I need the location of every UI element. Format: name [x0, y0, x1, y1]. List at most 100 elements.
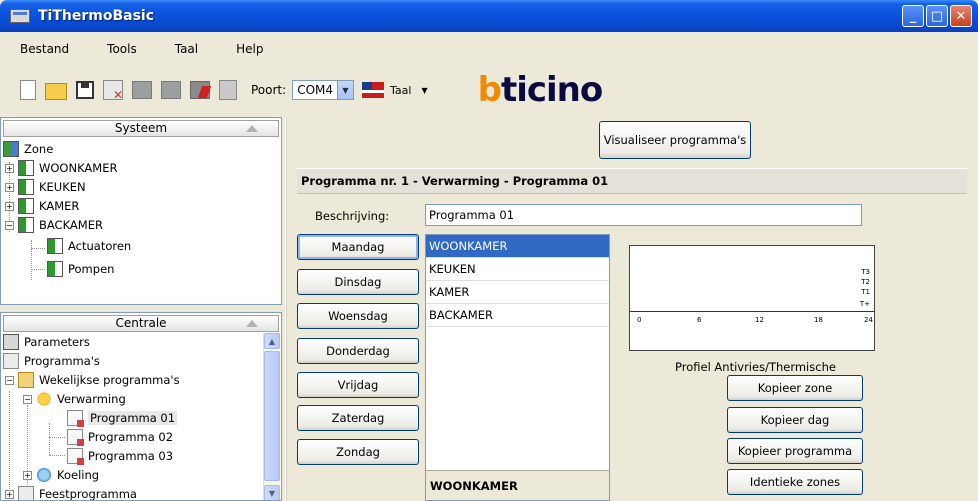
tree-koeling[interactable]: + Koeling — [23, 466, 99, 484]
minimize-button[interactable]: _ — [902, 5, 924, 27]
tree-feestprogramma[interactable]: + Feestprogramma — [5, 485, 137, 500]
tree-programmas[interactable]: Programma's — [3, 352, 100, 370]
tree-programma-01[interactable]: Programma 01 — [67, 409, 178, 427]
graph-x-tick: 24 — [864, 316, 873, 324]
day-maandag-button[interactable]: Maandag — [297, 234, 419, 260]
temperature-profile-graph: 0 6 12 18 24 T3 T2 T1 T+ — [629, 245, 875, 351]
read-device-icon[interactable] — [132, 81, 152, 99]
tree-zone-woonkamer[interactable]: + WOONKAMER — [5, 159, 117, 177]
graph-x-tick: 12 — [755, 316, 764, 324]
expand-icon[interactable]: + — [5, 163, 14, 173]
program-section-title: Programma nr. 1 - Verwarming - Programma… — [297, 168, 967, 194]
window-controls: _ □ ✕ — [902, 5, 972, 27]
actuator-icon — [47, 238, 63, 254]
day-dinsdag-button[interactable]: Dinsdag — [297, 269, 419, 295]
scroll-down-icon[interactable]: ▼ — [264, 485, 280, 500]
save-icon[interactable] — [76, 81, 94, 99]
close-button[interactable]: ✕ — [950, 5, 972, 27]
poort-label: Poort: — [251, 83, 287, 97]
graph-level-label: T2 — [861, 278, 870, 286]
graph-level-label: T1 — [861, 288, 870, 296]
expand-icon[interactable]: + — [23, 470, 32, 480]
copy-zone-button[interactable]: Kopieer zone — [727, 375, 863, 401]
poort-select[interactable]: COM4 ▼ — [292, 80, 354, 100]
scroll-up-icon[interactable]: ▲ — [264, 333, 280, 349]
pump-icon — [47, 261, 63, 277]
open-folder-icon[interactable] — [45, 83, 67, 100]
collapse-icon[interactable]: − — [5, 375, 14, 385]
zone-list-item[interactable]: BACKAMER — [426, 304, 609, 327]
poort-value: COM4 — [297, 83, 333, 97]
write-device-icon[interactable] — [161, 81, 181, 99]
collapse-icon[interactable]: − — [23, 394, 32, 404]
tree-zone-kamer[interactable]: + KAMER — [5, 197, 79, 215]
language-flag-icon[interactable] — [362, 82, 384, 98]
expand-icon[interactable]: + — [5, 201, 14, 211]
day-donderdag-button[interactable]: Donderdag — [297, 338, 419, 364]
room-icon — [18, 198, 34, 214]
expand-icon[interactable]: + — [5, 182, 14, 192]
tree-zone-root[interactable]: Zone — [3, 140, 53, 158]
tree-zone-keuken[interactable]: + KEUKEN — [5, 178, 86, 196]
zone-list-item[interactable]: WOONKAMER — [426, 235, 609, 258]
graph-axis — [630, 311, 874, 312]
zone-list[interactable]: WOONKAMER KEUKEN KAMER BACKAMER WOONKAME… — [425, 234, 610, 501]
zone-list-item[interactable]: KEUKEN — [426, 258, 609, 281]
copy-program-button[interactable]: Kopieer programma — [727, 438, 863, 464]
taal-dropdown[interactable]: Taal — [390, 84, 411, 97]
delete-icon[interactable] — [103, 80, 123, 102]
day-woensdag-button[interactable]: Woensdag — [297, 303, 419, 329]
menu-taal[interactable]: Taal — [155, 42, 216, 60]
collapse-icon[interactable]: − — [5, 220, 14, 230]
room-icon — [18, 217, 34, 233]
graph-x-tick: 18 — [814, 316, 823, 324]
main-panel: Visualiseer programma's Programma nr. 1 … — [287, 117, 978, 501]
centrale-scrollbar[interactable]: ▲ ▼ — [263, 333, 280, 500]
chevron-down-icon[interactable]: ▼ — [421, 86, 427, 95]
program-icon — [67, 410, 84, 427]
calendar-icon — [18, 372, 34, 388]
profile-label: Profiel Antivries/Thermische — [675, 360, 836, 374]
zone-list-item[interactable]: KAMER — [426, 281, 609, 304]
room-icon — [18, 160, 34, 176]
menu-tools[interactable]: Tools — [87, 42, 155, 60]
description-input[interactable]: Programma 01 — [425, 204, 862, 226]
maximize-button[interactable]: □ — [926, 5, 948, 27]
centrale-header[interactable]: Centrale — [3, 315, 279, 332]
day-zaterdag-button[interactable]: Zaterdag — [297, 405, 419, 431]
parameters-icon — [3, 334, 19, 350]
expand-icon[interactable]: + — [5, 489, 14, 499]
chevron-down-icon[interactable]: ▼ — [337, 81, 353, 99]
tree-programma-02[interactable]: Programma 02 — [67, 428, 173, 446]
program-icon — [67, 448, 84, 465]
copy-day-button[interactable]: Kopieer dag — [727, 407, 863, 433]
room-icon — [18, 179, 34, 195]
tree-actuatoren[interactable]: Actuatoren — [47, 237, 131, 255]
tree-programma-03[interactable]: Programma 03 — [67, 447, 173, 465]
selected-zone-label: WOONKAMER — [426, 470, 609, 500]
visualise-programs-button[interactable]: Visualiseer programma's — [599, 121, 751, 159]
description-label: Beschrijving: — [315, 209, 390, 223]
snowflake-icon — [36, 467, 52, 483]
tree-zone-backamer[interactable]: − BACKAMER — [5, 216, 103, 234]
tree-pompen[interactable]: Pompen — [47, 260, 114, 278]
graph-x-tick: 0 — [637, 316, 642, 324]
tree-verwarming[interactable]: − Verwarming — [23, 390, 126, 408]
systeem-header[interactable]: Systeem — [3, 120, 279, 137]
day-zondag-button[interactable]: Zondag — [297, 439, 419, 465]
systeem-pane: Systeem Zone + WOONKAMER + KEUKEN + KAME… — [0, 117, 282, 305]
day-vrijdag-button[interactable]: Vrijdag — [297, 372, 419, 398]
zone-icon — [3, 141, 19, 157]
title-bar: TiThermoBasic _ □ ✕ — [0, 0, 978, 32]
transfer-icon[interactable] — [190, 81, 210, 99]
identical-zones-button[interactable]: Identieke zones — [727, 469, 863, 495]
new-file-icon[interactable] — [20, 80, 36, 100]
program-icon — [67, 429, 84, 446]
document-icon[interactable] — [219, 80, 237, 100]
menu-help[interactable]: Help — [216, 42, 281, 60]
tree-wekelijkse[interactable]: − Wekelijkse programma's — [5, 371, 180, 389]
tree-parameters[interactable]: Parameters — [3, 333, 90, 351]
scroll-thumb[interactable] — [264, 351, 280, 481]
app-icon — [10, 9, 30, 23]
menu-bestand[interactable]: Bestand — [0, 42, 87, 60]
